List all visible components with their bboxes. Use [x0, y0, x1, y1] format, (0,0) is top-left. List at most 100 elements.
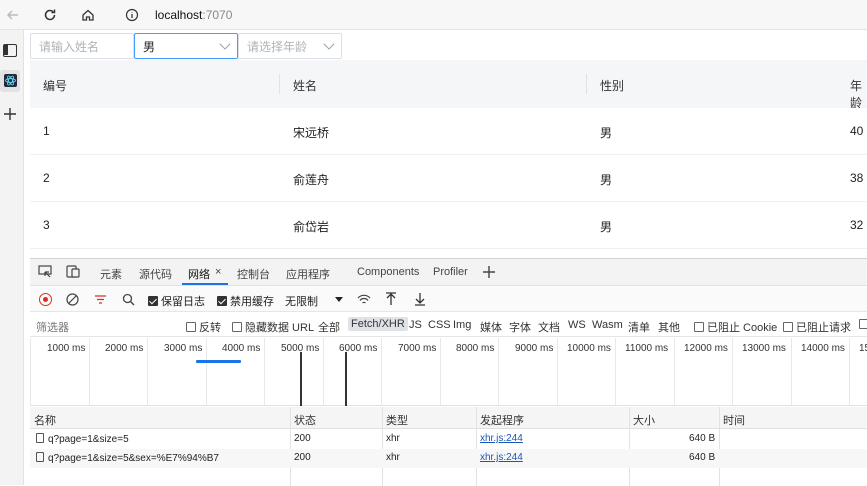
- third-party-checkbox[interactable]: [859, 319, 867, 331]
- filter-type-doc[interactable]: 文档: [538, 319, 560, 335]
- filter-type-media[interactable]: 媒体: [480, 319, 502, 335]
- preserve-log-label: 保留日志: [161, 296, 205, 308]
- filter-type-wasm[interactable]: Wasm: [592, 319, 623, 331]
- timeline-label: 2000 ms: [105, 343, 144, 354]
- request-row[interactable]: q?page=1&size=5&sex=%E7%94%B7 200 xhr xh…: [30, 449, 867, 468]
- tab-application[interactable]: 应用程序: [286, 266, 330, 282]
- dropdown-arrow-icon[interactable]: [335, 297, 343, 302]
- export-har-icon[interactable]: [414, 292, 426, 306]
- filter-input[interactable]: 筛选器: [36, 319, 69, 335]
- back-icon[interactable]: [2, 4, 24, 26]
- disable-cache-checkbox[interactable]: 禁用缓存: [217, 293, 274, 309]
- preserve-log-checkbox[interactable]: 保留日志: [148, 293, 205, 309]
- filter-type-fetch-xhr[interactable]: Fetch/XHR: [348, 317, 408, 331]
- active-tab[interactable]: [0, 70, 20, 92]
- checkbox-icon: [232, 322, 242, 332]
- blocked-cookie-label: 已阻止 Cookie: [707, 322, 778, 334]
- table-header: 编号 姓名 性别 年龄: [30, 60, 867, 110]
- filter-type-ws[interactable]: WS: [568, 319, 586, 331]
- age-select[interactable]: 请选择年龄: [238, 33, 342, 59]
- import-har-icon[interactable]: [385, 292, 397, 306]
- sex-select-value: 男: [143, 39, 156, 54]
- home-icon[interactable]: [77, 4, 99, 26]
- request-initiator-link[interactable]: xhr.js:244: [480, 433, 523, 444]
- throttle-select[interactable]: 无限制: [285, 293, 318, 309]
- tab-actions-icon[interactable]: [3, 44, 17, 57]
- timeline-label: 13000 ms: [742, 343, 786, 354]
- column-header-sex: 性别: [600, 79, 625, 93]
- blocked-request-checkbox[interactable]: 已阻止请求: [783, 319, 851, 335]
- request-type: xhr: [386, 452, 400, 463]
- cell-id: 2: [43, 171, 50, 185]
- vertical-tab-sidebar: [0, 30, 24, 485]
- address-bar[interactable]: localhost:7070: [155, 5, 232, 25]
- cell-id: 3: [43, 218, 50, 232]
- checkbox-checked-icon: [217, 296, 227, 306]
- tab-sources[interactable]: 源代码: [139, 266, 172, 282]
- invert-checkbox[interactable]: 反转: [186, 319, 221, 335]
- url-host: localhost: [155, 8, 203, 22]
- cell-sex: 男: [600, 173, 613, 187]
- cell-name: 宋远桥: [293, 126, 330, 140]
- reload-icon[interactable]: [39, 4, 61, 26]
- header-initiator[interactable]: 发起程序: [480, 412, 524, 428]
- document-icon: [36, 452, 44, 462]
- close-icon[interactable]: ×: [215, 266, 221, 278]
- checkbox-icon: [859, 319, 867, 329]
- request-table-header: 名称 状态 类型 发起程序 大小 时间: [30, 407, 867, 429]
- hide-data-url-checkbox[interactable]: 隐藏数据 URL: [232, 319, 314, 335]
- info-icon[interactable]: [124, 4, 140, 26]
- tab-elements[interactable]: 元素: [100, 266, 122, 282]
- tab-network[interactable]: 网络: [188, 266, 210, 282]
- load-event-marker: [345, 352, 347, 406]
- filter-type-css[interactable]: CSS: [428, 319, 451, 331]
- tab-console[interactable]: 控制台: [237, 266, 270, 282]
- browser-toolbar: localhost:7070: [0, 0, 867, 30]
- filter-type-manifest[interactable]: 清单: [628, 319, 650, 335]
- table-row: 2 俞莲舟 男 38: [30, 155, 867, 202]
- filter-type-other[interactable]: 其他: [658, 319, 680, 335]
- chevron-down-icon: [219, 38, 231, 50]
- filter-type-font[interactable]: 字体: [509, 319, 531, 335]
- tab-components[interactable]: Components: [357, 266, 419, 278]
- table-row: 3 俞岱岩 男 32: [30, 202, 867, 249]
- name-placeholder: 请输入姓名: [39, 39, 100, 54]
- network-conditions-icon[interactable]: [357, 293, 371, 306]
- tab-profiler[interactable]: Profiler: [433, 266, 468, 278]
- devtools-panel: 元素 源代码 网络 × 控制台 应用程序 Components Profiler…: [30, 258, 867, 486]
- table-row: 1 宋远桥 男 40: [30, 108, 867, 155]
- more-tabs-plus-icon[interactable]: [482, 265, 496, 279]
- filter-type-img[interactable]: Img: [453, 319, 471, 331]
- request-name: q?page=1&size=5&sex=%E7%94%B7: [36, 452, 219, 464]
- device-toolbar-icon[interactable]: [66, 265, 81, 278]
- header-type[interactable]: 类型: [386, 412, 408, 428]
- network-toolbar: 保留日志 禁用缓存 无限制: [30, 287, 867, 312]
- inspect-element-icon[interactable]: [38, 265, 53, 278]
- cell-age: 38: [850, 171, 864, 185]
- header-status[interactable]: 状态: [294, 412, 316, 428]
- filter-type-all[interactable]: 全部: [318, 319, 340, 335]
- request-initiator-link[interactable]: xhr.js:244: [480, 452, 523, 463]
- header-size[interactable]: 大小: [633, 412, 655, 428]
- clear-icon[interactable]: [66, 293, 79, 306]
- record-icon[interactable]: [39, 293, 52, 306]
- name-search-input[interactable]: 请输入姓名: [30, 33, 134, 59]
- filter-type-js[interactable]: JS: [409, 319, 422, 331]
- sex-select[interactable]: 男: [134, 33, 238, 59]
- checkbox-icon: [186, 322, 196, 332]
- cell-sex: 男: [600, 126, 613, 140]
- network-overview-timeline[interactable]: 1000 ms 2000 ms 3000 ms 4000 ms 5000 ms …: [30, 338, 867, 406]
- timeline-label: 4000 ms: [222, 343, 261, 354]
- request-size: 640 B: [689, 452, 716, 463]
- cell-age: 40: [850, 124, 864, 138]
- blocked-cookie-checkbox[interactable]: 已阻止 Cookie: [694, 319, 777, 335]
- request-row[interactable]: q?page=1&size=5 200 xhr xhr.js:244 640 B: [30, 430, 867, 449]
- new-tab-icon[interactable]: [2, 106, 18, 122]
- filter-icon[interactable]: [94, 294, 107, 305]
- cell-name: 俞岱岩: [293, 220, 330, 234]
- network-filter-bar: 筛选器 反转 隐藏数据 URL 全部 Fetch/XHR JS CSS Img …: [30, 313, 867, 337]
- header-name[interactable]: 名称: [34, 412, 56, 428]
- request-type: xhr: [386, 433, 400, 444]
- search-icon[interactable]: [122, 293, 135, 306]
- header-time[interactable]: 时间: [723, 412, 745, 428]
